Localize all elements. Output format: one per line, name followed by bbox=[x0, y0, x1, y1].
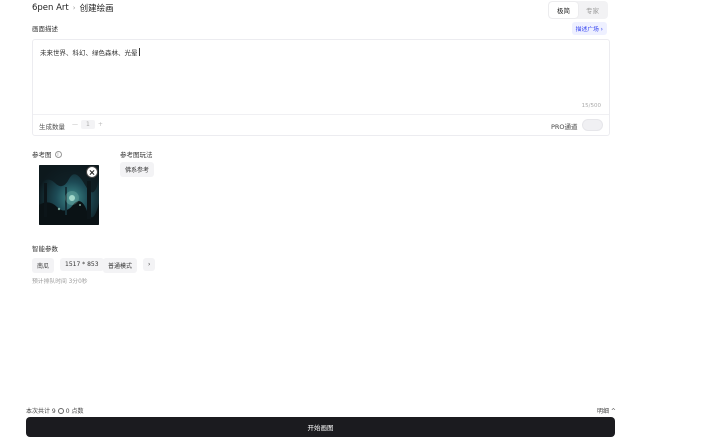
info-icon[interactable]: i bbox=[54, 150, 62, 158]
page-title: 创建绘画 bbox=[79, 4, 114, 14]
reference-mode-chip[interactable]: 佛系参考 bbox=[120, 162, 155, 177]
prompt-label: 画面描述 bbox=[32, 25, 58, 33]
param-style-chip[interactable]: 南瓜 bbox=[32, 258, 55, 273]
cost-text: 本次共计 9 bbox=[26, 408, 56, 415]
details-toggle[interactable]: 明细 ^ bbox=[597, 406, 616, 415]
param-size-chip[interactable]: 1517 * 853 bbox=[60, 258, 104, 271]
header-breadcrumb: 6pen Art › 创建绘画 bbox=[32, 2, 114, 14]
mode-toggle: 极简 专家 bbox=[548, 1, 608, 19]
char-counter: 15/500 bbox=[581, 103, 601, 109]
start-drawing-button[interactable]: 开始画图 bbox=[26, 417, 615, 437]
divider bbox=[33, 114, 609, 115]
increment-button[interactable]: + bbox=[98, 121, 103, 128]
param-more-chip[interactable]: › bbox=[143, 258, 156, 271]
remove-image-button[interactable] bbox=[86, 166, 98, 178]
param-mode-chip[interactable]: 普通模式 bbox=[103, 258, 138, 273]
brand-name[interactable]: 6pen Art bbox=[32, 3, 69, 13]
pro-channel-toggle[interactable] bbox=[582, 119, 603, 131]
coin-icon bbox=[57, 407, 64, 414]
chevron-right-icon: › bbox=[72, 4, 76, 12]
prompt-plaza-link[interactable]: 描述广场 › bbox=[571, 22, 607, 35]
generate-count-label: 生成数量 bbox=[39, 123, 65, 131]
text-cursor bbox=[138, 48, 140, 56]
mode-expert[interactable]: 专家 bbox=[578, 2, 607, 18]
balance-text: 0 点数 bbox=[65, 408, 84, 415]
cost-summary: 本次共计 9 0 点数 bbox=[26, 406, 83, 415]
quantity-stepper: — 1 + bbox=[72, 120, 103, 129]
reference-label-row: 参考图 i bbox=[32, 149, 62, 159]
prompt-text[interactable]: 未来世界、科幻、绿色森林、光晕 bbox=[40, 47, 140, 57]
mode-simple[interactable]: 极简 bbox=[549, 2, 578, 18]
pro-channel-label: PRO通道 bbox=[551, 123, 578, 131]
decrement-button[interactable]: — bbox=[72, 121, 78, 128]
queue-estimate: 预计排队时间 3分0秒 bbox=[32, 279, 88, 285]
reference-label: 参考图 bbox=[32, 151, 52, 159]
reference-play-label: 参考图玩法 bbox=[120, 151, 153, 159]
quantity-value[interactable]: 1 bbox=[81, 120, 95, 129]
smart-params-label: 智能参数 bbox=[32, 245, 58, 253]
